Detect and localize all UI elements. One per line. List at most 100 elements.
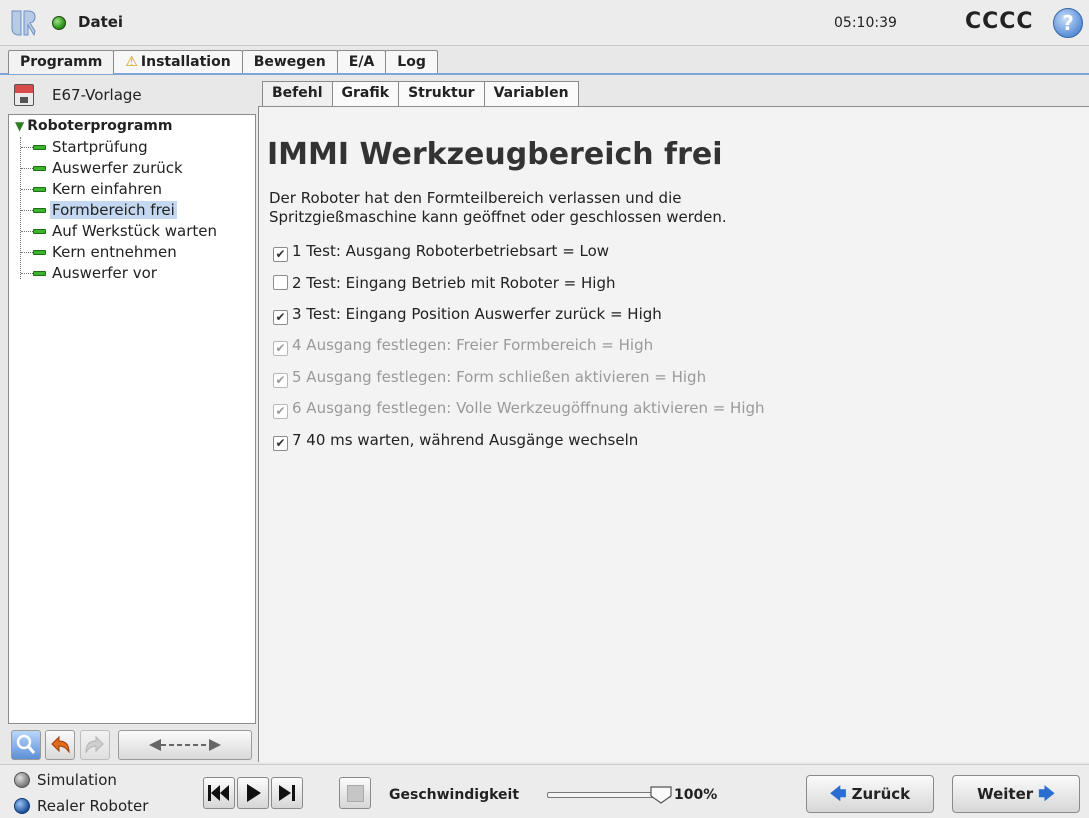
program-tree-panel: E67-Vorlage ▼ Roboterprogramm Startprüfun… (8, 80, 256, 762)
arrow-right-icon: 🡆 (1038, 784, 1055, 803)
description-line: Spritzgießmaschine kann geöffnet oder ge… (269, 208, 727, 226)
tab-io[interactable]: E/A (336, 50, 387, 74)
save-icon[interactable] (14, 84, 34, 106)
node-status-icon (33, 250, 46, 255)
node-status-icon (33, 166, 46, 171)
file-menu[interactable]: Datei (78, 13, 123, 31)
warning-icon: ⚠ (125, 54, 138, 70)
tree-node-kern-entnehmen[interactable]: Kern entnehmen (21, 242, 179, 263)
undo-icon (51, 735, 70, 754)
tree-node-auswerfer-vor[interactable]: Auswerfer vor (21, 263, 159, 284)
check-item-5: ✔ 5 Ausgang festlegen: Form schließen akt… (273, 366, 706, 388)
check-label: 4 Ausgang festlegen: Freier Formbereich … (292, 336, 654, 354)
tree-node-auswerfer-zurueck[interactable]: Auswerfer zurück (21, 158, 185, 179)
mode-simulation-label: Simulation (37, 771, 117, 789)
node-title: IMMI Werkzeugbereich frei (267, 137, 723, 172)
tree-root[interactable]: ▼ Roboterprogramm (15, 118, 172, 134)
bottom-bar: Simulation Realer Roboter Geschwindigkei… (0, 764, 1089, 818)
tree-node-label: Auswerfer vor (52, 264, 157, 282)
universal-robots-logo (11, 10, 36, 37)
program-tree: ▼ Roboterprogramm Startprüfung Auswerfer … (8, 114, 256, 724)
sub-tabs: Befehl Grafik Struktur Variablen (262, 81, 579, 106)
undo-button[interactable] (45, 730, 75, 760)
top-bar: Datei 05:10:39 CCCC ? (0, 0, 1089, 46)
check-item-3[interactable]: ✔ 3 Test: Eingang Position Auswerfer zurü… (273, 303, 662, 325)
skip-to-start-button[interactable] (203, 777, 235, 809)
tab-installation-label: Installation (140, 54, 231, 70)
play-button[interactable] (237, 777, 269, 809)
move-arrows-icon (149, 739, 221, 751)
tabs-divider (0, 73, 1089, 75)
back-label: Zurück (851, 785, 911, 803)
node-status-icon (33, 229, 46, 234)
step-forward-icon (279, 785, 295, 801)
play-icon (247, 784, 261, 802)
check-label: 1 Test: Ausgang Roboterbetriebsart = Low (292, 242, 610, 260)
next-label: Weiter (977, 785, 1034, 803)
program-header: E67-Vorlage (8, 80, 256, 110)
speed-slider-handle[interactable] (650, 786, 672, 804)
skip-back-icon (208, 785, 229, 801)
search-icon (16, 734, 36, 754)
robot-status-icon (52, 16, 66, 30)
checkbox[interactable] (273, 275, 288, 290)
redo-button[interactable] (80, 730, 110, 760)
check-label: 2 Test: Eingang Betrieb mit Roboter = Hi… (292, 274, 616, 292)
check-item-2[interactable]: 2 Test: Eingang Betrieb mit Roboter = Hi… (273, 272, 616, 294)
next-button[interactable]: Weiter 🡆 (952, 775, 1080, 813)
tree-node-label: Kern einfahren (52, 180, 162, 198)
tab-command[interactable]: Befehl (262, 81, 333, 106)
arrow-left-icon: 🡄 (829, 784, 847, 803)
tab-log[interactable]: Log (385, 50, 438, 74)
node-status-icon (33, 271, 46, 276)
checkbox: ✔ (273, 373, 288, 388)
tree-node-auf-werkstueck-warten[interactable]: Auf Werkstück warten (21, 221, 219, 242)
simulation-radio[interactable] (14, 772, 30, 788)
check-item-6: ✔ 6 Ausgang festlegen: Volle Werkzeugöffn… (273, 397, 765, 419)
expand-triangle-icon[interactable]: ▼ (15, 119, 24, 133)
checkbox[interactable]: ✔ (273, 436, 288, 451)
check-label: 5 Ausgang festlegen: Form schließen akti… (292, 368, 707, 386)
check-item-1[interactable]: ✔ 1 Test: Ausgang Roboterbetriebsart = Lo… (273, 240, 609, 262)
stop-button[interactable] (339, 777, 371, 809)
checkbox[interactable]: ✔ (273, 310, 288, 325)
step-button[interactable] (271, 777, 303, 809)
search-button[interactable] (11, 730, 41, 760)
tree-node-formbereich-frei[interactable]: Formbereich frei (21, 200, 177, 221)
tab-structure[interactable]: Struktur (398, 81, 485, 106)
mode-real-robot[interactable]: Realer Roboter (14, 796, 148, 816)
tree-node-label: Startprüfung (52, 138, 148, 156)
tree-node-label: Auswerfer zurück (52, 159, 183, 177)
tab-graphics[interactable]: Grafik (331, 81, 400, 106)
tree-node-startpruefung[interactable]: Startprüfung (21, 137, 150, 158)
tab-installation[interactable]: ⚠ Installation (113, 50, 243, 74)
move-node-button[interactable] (118, 730, 252, 760)
checkbox: ✔ (273, 341, 288, 356)
command-panel: IMMI Werkzeugbereich frei Der Roboter ha… (258, 106, 1089, 762)
node-description: Der Roboter hat den Formteilbereich verl… (269, 189, 1069, 227)
checkbox[interactable]: ✔ (273, 247, 288, 262)
description-line: Der Roboter hat den Formteilbereich verl… (269, 189, 682, 207)
node-status-icon (33, 187, 46, 192)
robot-name: CCCC (965, 9, 1034, 34)
tab-variables[interactable]: Variablen (483, 81, 579, 106)
check-label: 3 Test: Eingang Position Auswerfer zurüc… (292, 305, 662, 323)
real-robot-radio[interactable] (14, 798, 30, 814)
help-icon[interactable]: ? (1053, 8, 1083, 38)
node-status-icon (33, 208, 46, 213)
tab-move[interactable]: Bewegen (241, 50, 338, 74)
tree-root-label: Roboterprogramm (27, 118, 173, 134)
check-label: 6 Ausgang festlegen: Volle Werkzeugöffnu… (292, 399, 765, 417)
check-item-4: ✔ 4 Ausgang festlegen: Freier Formbereich… (273, 334, 653, 356)
mode-simulation[interactable]: Simulation (14, 770, 117, 790)
stop-icon (347, 785, 364, 802)
speed-value: 100% (674, 787, 718, 803)
tree-node-kern-einfahren[interactable]: Kern einfahren (21, 179, 164, 200)
checkbox: ✔ (273, 404, 288, 419)
check-label: 7 40 ms warten, während Ausgänge wechsel… (292, 431, 639, 449)
back-button[interactable]: 🡄 Zurück (806, 775, 934, 813)
check-item-7[interactable]: ✔ 7 40 ms warten, während Ausgänge wechse… (273, 429, 638, 451)
tree-node-label: Kern entnehmen (52, 243, 177, 261)
tab-program[interactable]: Programm (8, 50, 115, 74)
program-name: E67-Vorlage (52, 86, 142, 104)
